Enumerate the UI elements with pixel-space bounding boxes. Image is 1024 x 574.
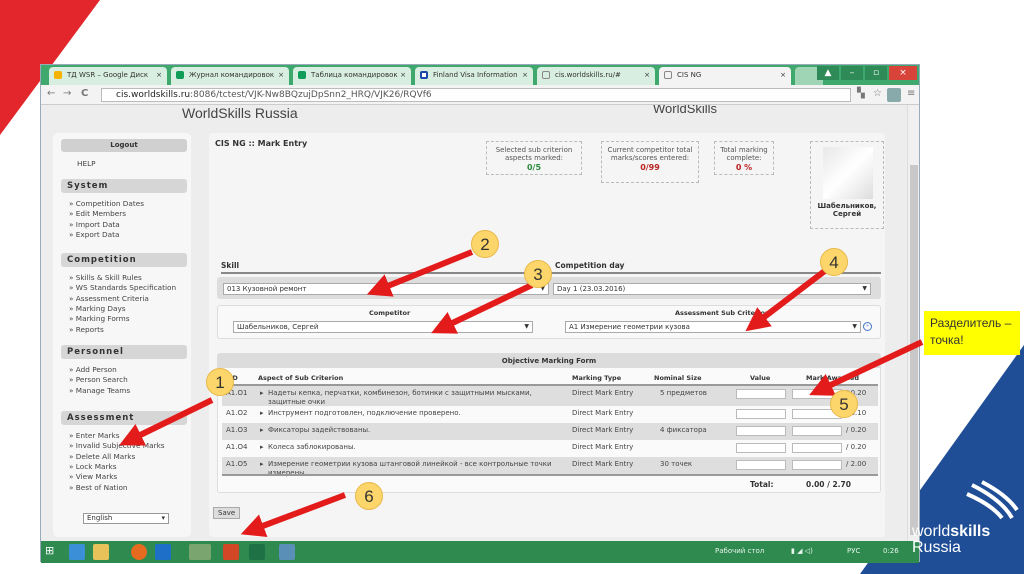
arrow-3 <box>431 282 534 334</box>
arrow-4 <box>745 267 828 332</box>
step-badge-5: 5 <box>830 390 858 418</box>
step-badge-2: 2 <box>471 230 499 258</box>
step-badge-6: 6 <box>355 482 383 510</box>
separator-callout: Разделитель – точка! <box>924 311 1020 355</box>
annotation-arrows <box>119 249 924 538</box>
arrow-1 <box>119 397 214 446</box>
worldskills-russia-slide-logo: worldskills Russia <box>912 480 1022 556</box>
arrow-6 <box>240 492 347 538</box>
step-badge-1: 1 <box>206 368 234 396</box>
arrow-5 <box>809 339 924 396</box>
step-badge-3: 3 <box>524 260 552 288</box>
arrow-2 <box>366 249 474 297</box>
step-badge-4: 4 <box>820 248 848 276</box>
